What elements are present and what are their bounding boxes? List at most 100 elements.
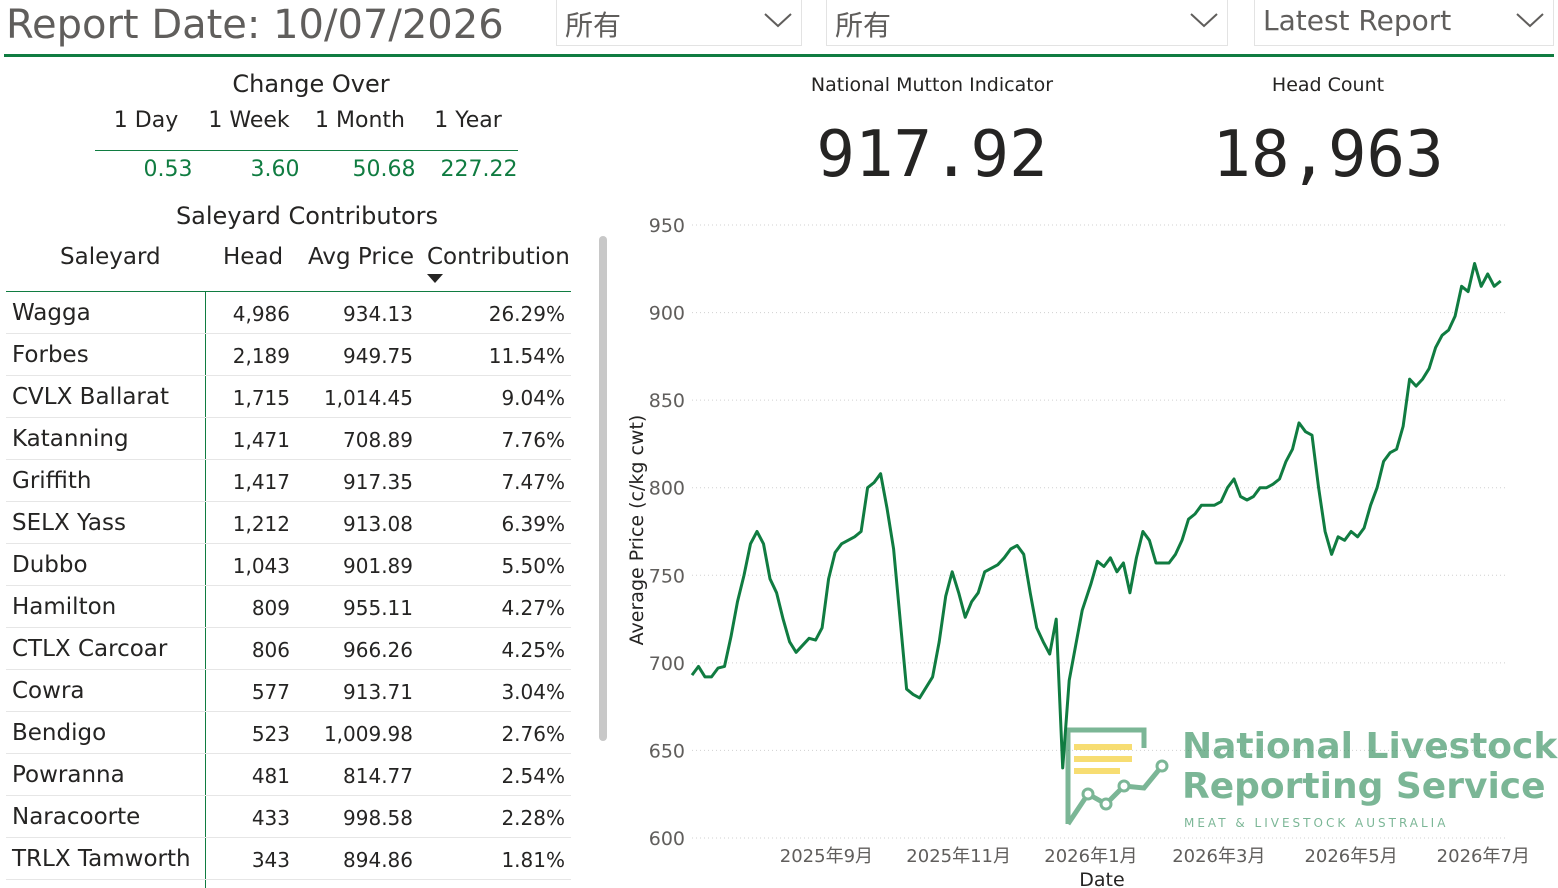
slicer-dropdown-1[interactable]: 所有 xyxy=(556,0,802,46)
x-axis-label: Date xyxy=(1079,869,1124,888)
cell-contribution: 4.27% xyxy=(501,596,565,620)
cell-avg-price: 917.35 xyxy=(343,470,413,494)
cell-saleyard: Cowra xyxy=(12,678,85,704)
x-tick-label: 2025年9月 xyxy=(780,846,873,867)
column-header-saleyard[interactable]: Saleyard xyxy=(60,244,161,270)
logo-text-line-2: Reporting Service xyxy=(1182,766,1546,807)
cell-saleyard: Powranna xyxy=(12,762,125,788)
nlrs-logo: National Livestock Reporting Service MEA… xyxy=(1058,724,1558,834)
y-tick-label: 800 xyxy=(649,478,685,500)
change-over-divider xyxy=(95,150,518,151)
cell-contribution: 1.81% xyxy=(501,848,565,872)
cell-contribution: 2.54% xyxy=(501,764,565,788)
table-row[interactable]: Dubbo 1,043 901.89 5.50% xyxy=(6,544,571,586)
table-row[interactable]: CTLX Carcoar 806 966.26 4.25% xyxy=(6,628,571,670)
change-over-col-1-month: 1 Month xyxy=(315,108,405,133)
table-row[interactable]: SELX Yass 1,212 913.08 6.39% xyxy=(6,502,571,544)
cell-head: 1,715 xyxy=(232,386,290,410)
change-over-value-1-week: 3.60 xyxy=(250,157,300,182)
table-row[interactable]: Powranna 481 814.77 2.54% xyxy=(6,754,571,796)
column-header-contribution[interactable]: Contribution xyxy=(427,244,570,270)
cell-avg-price: 901.89 xyxy=(343,554,413,578)
cell-saleyard: Wagga xyxy=(12,300,91,326)
change-over-col-1-week: 1 Week xyxy=(208,108,290,133)
cell-head: 809 xyxy=(251,596,290,620)
cell-contribution: 11.54% xyxy=(488,344,565,368)
change-over-value-1-year: 227.22 xyxy=(440,157,518,182)
column-header-head[interactable]: Head xyxy=(223,244,283,270)
cell-contribution: 2.76% xyxy=(501,722,565,746)
cell-avg-price: 708.89 xyxy=(343,428,413,452)
cell-saleyard: TRLX Tamworth xyxy=(12,846,191,872)
series-line xyxy=(690,262,1502,770)
change-over-col-1-day: 1 Day xyxy=(113,108,179,133)
slicer-dropdown-2[interactable]: 所有 xyxy=(826,0,1228,46)
cell-contribution: 7.76% xyxy=(501,428,565,452)
cell-contribution: 6.39% xyxy=(501,512,565,536)
cell-avg-price: 998.58 xyxy=(343,806,413,830)
y-tick-label: 750 xyxy=(649,565,685,587)
table-row[interactable]: Naracoorte 433 998.58 2.28% xyxy=(6,796,571,838)
x-tick-label: 2026年5月 xyxy=(1304,846,1397,867)
cell-head: 433 xyxy=(251,806,290,830)
x-tick-label: 2026年1月 xyxy=(1044,846,1137,867)
cell-contribution: 4.25% xyxy=(501,638,565,662)
header-divider xyxy=(4,54,1554,57)
table-row[interactable]: Forbes 2,189 949.75 11.54% xyxy=(6,334,571,376)
y-axis-ticks: 600 650 700 750 800 850 900 950 xyxy=(649,215,685,850)
cell-avg-price: 966.26 xyxy=(343,638,413,662)
x-tick-label: 2025年11月 xyxy=(906,846,1011,867)
cell-avg-price: 913.71 xyxy=(343,680,413,704)
cell-head: 2,189 xyxy=(232,344,290,368)
change-over-value-1-day: 0.53 xyxy=(143,157,193,182)
table-row[interactable]: Hamilton 809 955.11 4.27% xyxy=(6,586,571,628)
y-tick-label: 650 xyxy=(649,740,685,762)
cell-contribution: 5.50% xyxy=(501,554,565,578)
cell-avg-price: 1,014.45 xyxy=(323,386,413,410)
cell-head: 1,212 xyxy=(232,512,290,536)
slicer-dropdown-3[interactable]: Latest Report xyxy=(1254,0,1554,46)
cell-saleyard: Dubbo xyxy=(12,552,88,578)
cell-head: 577 xyxy=(251,680,290,704)
cell-head: 481 xyxy=(251,764,290,788)
y-tick-label: 850 xyxy=(649,390,685,412)
table-row[interactable]: Cowra 577 913.71 3.04% xyxy=(6,670,571,712)
cell-saleyard: CTLX Carcoar xyxy=(12,636,168,662)
cell-saleyard: Griffith xyxy=(12,468,92,494)
cell-head: 4,986 xyxy=(232,302,290,326)
change-over-col-1-year: 1 Year xyxy=(434,108,502,133)
table-scrollbar[interactable] xyxy=(599,236,607,741)
slicer-value: 所有 xyxy=(565,9,622,42)
column-header-avg-price[interactable]: Avg Price xyxy=(308,244,414,270)
cell-avg-price: 894.86 xyxy=(343,848,413,872)
chart-series xyxy=(690,262,1502,770)
chevron-down-icon xyxy=(764,13,792,28)
logo-text-line-3: MEAT & LIVESTOCK AUSTRALIA xyxy=(1184,816,1449,830)
sort-descending-icon xyxy=(427,274,443,283)
table-row[interactable]: Bendigo 523 1,009.98 2.76% xyxy=(6,712,571,754)
cell-saleyard: Naracoorte xyxy=(12,804,141,830)
change-over-title: Change Over xyxy=(232,70,390,98)
table-row[interactable]: Katanning 1,471 708.89 7.76% xyxy=(6,418,571,460)
report-date: Report Date: 10/07/2026 xyxy=(6,2,504,48)
chevron-down-icon xyxy=(1516,13,1544,28)
cell-avg-price: 934.13 xyxy=(343,302,413,326)
table-row[interactable]: CVLX Ballarat 1,715 1,014.45 9.04% xyxy=(6,376,571,418)
y-tick-label: 600 xyxy=(649,828,685,850)
headcount-value: 18,963 xyxy=(1212,118,1444,192)
cell-avg-price: 913.08 xyxy=(343,512,413,536)
cell-saleyard: Hamilton xyxy=(12,594,117,620)
slicer-value: 所有 xyxy=(835,9,892,42)
slicer-value: Latest Report xyxy=(1263,4,1452,37)
x-tick-label: 2026年3月 xyxy=(1172,846,1265,867)
cell-contribution: 9.04% xyxy=(501,386,565,410)
table-row[interactable]: Griffith 1,417 917.35 7.47% xyxy=(6,460,571,502)
cell-head: 806 xyxy=(251,638,290,662)
table-row[interactable]: TRLX Tamworth 343 894.86 1.81% xyxy=(6,838,571,880)
cell-contribution: 3.04% xyxy=(501,680,565,704)
table-row[interactable]: Wagga 4,986 934.13 26.29% xyxy=(6,292,571,334)
cell-saleyard: CVLX Ballarat xyxy=(12,384,169,410)
y-tick-label: 700 xyxy=(649,653,685,675)
y-tick-label: 900 xyxy=(649,303,685,325)
cell-avg-price: 814.77 xyxy=(343,764,413,788)
